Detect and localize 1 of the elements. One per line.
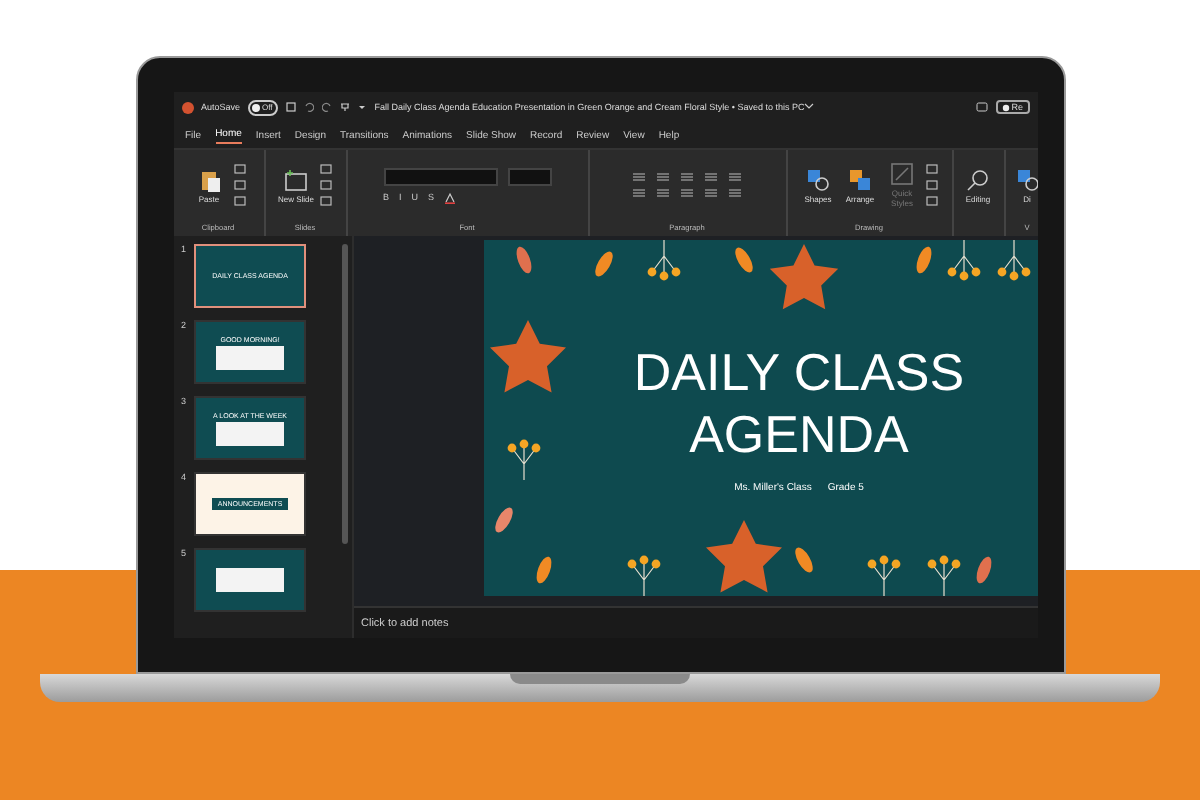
slide-title: DAILY CLASS AGENDA <box>631 341 967 467</box>
